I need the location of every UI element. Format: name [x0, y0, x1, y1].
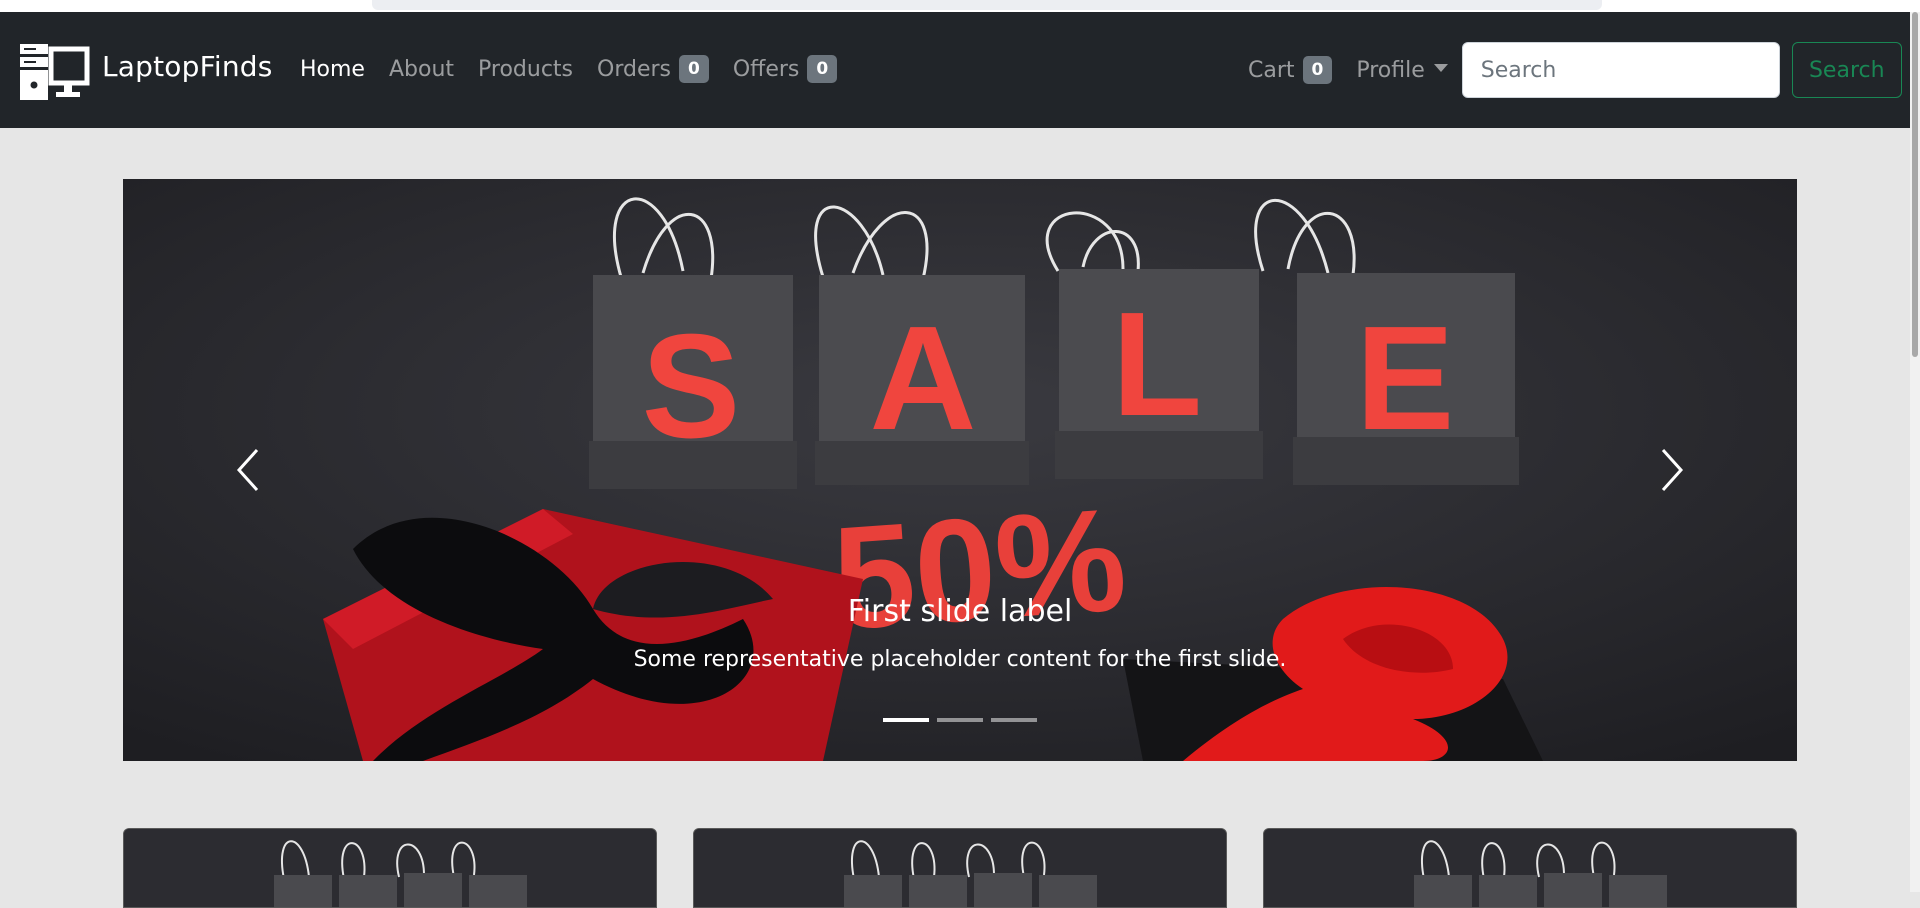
nav-link-about-label: About: [388, 56, 455, 82]
scrollbar-thumb[interactable]: [1912, 12, 1918, 357]
nav-right: Cart 0 Profile Search: [1248, 42, 1902, 98]
nav-link-products[interactable]: Products: [478, 57, 573, 82]
product-card-2[interactable]: [693, 828, 1227, 908]
search-input[interactable]: [1461, 42, 1780, 98]
nav-link-products-label: Products: [478, 56, 574, 82]
search-button[interactable]: Search: [1791, 42, 1902, 98]
nav-link-about[interactable]: About: [389, 57, 454, 82]
bag-letter-e: E: [1356, 296, 1455, 461]
nav-link-orders-label: Orders: [597, 56, 671, 82]
discount-text: 50%: [828, 477, 1131, 660]
browser-strip-inner: [372, 0, 1602, 10]
orders-count-badge: 0: [679, 55, 709, 83]
brand-name: LaptopFinds: [102, 50, 273, 83]
page-scrollbar[interactable]: [1910, 12, 1920, 892]
sale-bags-image: [1264, 829, 1796, 907]
nav-link-orders[interactable]: Orders 0: [597, 55, 709, 83]
carousel-indicators: [123, 718, 1797, 722]
product-card-3[interactable]: [1263, 828, 1797, 908]
cart-count-badge: 0: [1302, 56, 1333, 84]
nav-link-home[interactable]: Home: [300, 57, 365, 82]
carousel-indicator-1[interactable]: [883, 718, 929, 722]
carousel-indicator-3[interactable]: [991, 718, 1037, 722]
navbar: LaptopFinds Home About Products Orders 0…: [0, 12, 1920, 128]
profile-dropdown-label: Profile: [1356, 57, 1425, 83]
hero-carousel: S A L E 50% First slide label Some repre…: [123, 179, 1797, 761]
carousel-prev-button[interactable]: [123, 179, 373, 761]
nav-link-cart-label: Cart: [1248, 57, 1295, 83]
carousel-caption-title: First slide label: [847, 594, 1073, 629]
bag-letter-l: L: [1112, 282, 1202, 447]
caret-down-icon: [1433, 64, 1448, 72]
bag-letter-s: S: [642, 304, 741, 469]
nav-link-home-label: Home: [300, 56, 365, 82]
nav-link-cart[interactable]: Cart 0: [1248, 56, 1333, 84]
bag-letter-a: A: [870, 296, 977, 461]
nav-link-offers[interactable]: Offers 0: [732, 55, 838, 83]
browser-top-strip: [0, 0, 1920, 12]
brand[interactable]: LaptopFinds: [20, 42, 273, 102]
sale-slide-image: S A L E 50%: [123, 179, 1797, 761]
carousel-next-button[interactable]: [1547, 179, 1797, 761]
offers-count-badge: 0: [807, 55, 838, 83]
product-card-1[interactable]: [123, 828, 657, 908]
nav-links: Home About Products Orders 0 Offers 0: [300, 55, 861, 83]
nav-link-offers-label: Offers: [732, 56, 800, 82]
carousel-indicator-2[interactable]: [937, 718, 983, 722]
carousel-caption-text: Some representative placeholder content …: [633, 647, 1287, 672]
profile-dropdown[interactable]: Profile: [1356, 57, 1448, 83]
computer-desktop-icon: [20, 42, 90, 102]
chevron-left-icon: [236, 448, 259, 492]
chevron-right-icon: [1661, 448, 1684, 492]
sale-bags-image: [124, 829, 656, 907]
sale-bags-image: [694, 829, 1226, 907]
